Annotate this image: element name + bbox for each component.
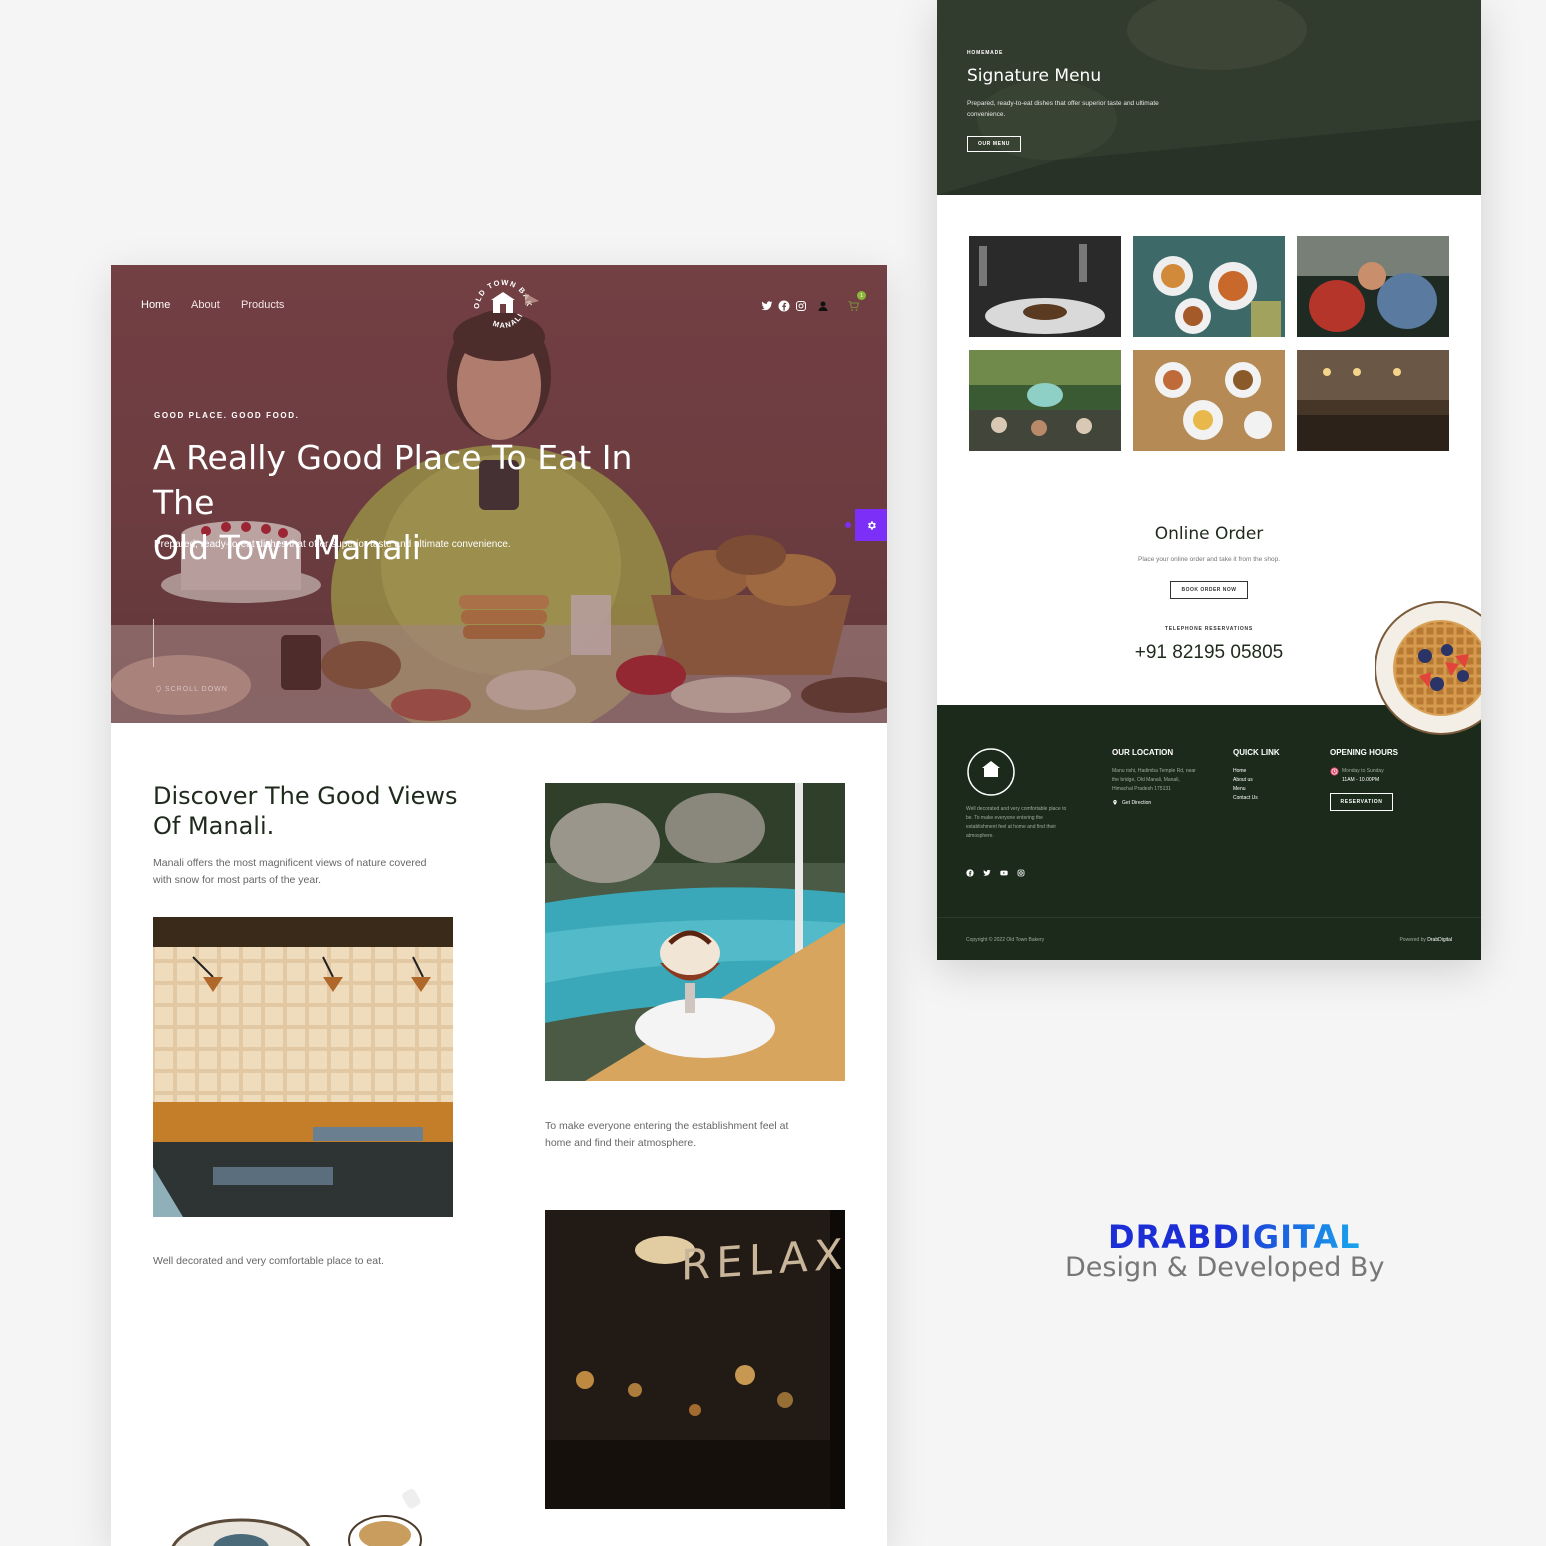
location-pin-icon	[1113, 800, 1117, 805]
instagram-icon[interactable]	[1017, 869, 1025, 877]
get-direction-link[interactable]: Get Direction	[1112, 799, 1151, 806]
hero-section: Home About Products OLD TOWN BAKERY MANA…	[111, 265, 887, 723]
settings-panel-toggle[interactable]	[855, 509, 887, 541]
establishment-caption: To make everyone entering the establishm…	[545, 1118, 788, 1152]
twitter-icon[interactable]	[761, 300, 773, 312]
online-order-title: Online Order	[1154, 524, 1264, 544]
gallery-photo-kitchen[interactable]	[1297, 350, 1449, 451]
footer-divider	[937, 917, 1481, 918]
signature-kicker: HOMEMADE	[967, 50, 1004, 56]
user-icon[interactable]	[817, 300, 829, 312]
waffle-plate-photo	[1375, 601, 1481, 735]
get-direction-label: Get Direction	[1122, 799, 1152, 806]
location-address-line-3: Himachal Pradesh 175131	[1112, 786, 1171, 792]
homepage-mockup: Home About Products OLD TOWN BAKERY MANA…	[111, 265, 887, 1546]
gallery-photo-dinner[interactable]	[969, 236, 1121, 337]
gallery-photo-cheers[interactable]	[1297, 236, 1449, 337]
establishment-caption-line-1: To make everyone entering the establishm…	[545, 1120, 789, 1132]
quick-link-contact[interactable]: Contact Us	[1233, 794, 1258, 803]
quick-link-home[interactable]: Home	[1233, 767, 1258, 776]
restaurant-interior-photo	[153, 917, 453, 1217]
our-menu-button[interactable]: OUR MENU	[967, 136, 1021, 152]
copyright-text: Copyright © 2022 Old Town Bakery	[966, 937, 1045, 943]
svg-text:MANALI: MANALI	[492, 311, 525, 329]
footer-about-line-1: Well decorated and very comfortable plac…	[966, 806, 1067, 812]
interior-caption: Well decorated and very comfortable plac…	[153, 1255, 384, 1267]
relax-cafe-photo: RELAX	[545, 1210, 845, 1509]
opening-hours-title: OPENING HOURS	[1330, 748, 1399, 757]
signature-text-line-1: Prepared, ready-to-eat dishes that offer…	[967, 100, 1159, 107]
quick-link-list: Home About us Menu Contact Us	[1233, 767, 1258, 803]
footer-about-line-2: be. To make everyone entering the	[966, 815, 1043, 821]
nav-about[interactable]: About	[191, 299, 220, 311]
facebook-icon[interactable]	[966, 869, 974, 877]
settings-dot	[845, 522, 851, 528]
site-footer: Well decorated and very comfortable plac…	[937, 705, 1481, 960]
settings-gear-icon	[867, 520, 876, 530]
credit-tagline: Design & Developed By	[1065, 1252, 1385, 1283]
online-order-text: Place your online order and take it from…	[1138, 556, 1280, 563]
clock-icon	[1330, 767, 1339, 776]
discover-text-line-1: Manali offers the most magnificent views…	[153, 857, 427, 869]
footer-about-line-4: atmosphere.	[966, 833, 994, 839]
brand-wordmark: DRABDIGITAL	[1108, 1218, 1361, 1256]
hero-subtitle: Prepared, ready-to-eat dishes that offer…	[154, 539, 511, 550]
footer-about: Well decorated and very comfortable plac…	[966, 805, 1091, 841]
hero-kicker: GOOD PLACE. GOOD FOOD.	[154, 411, 300, 420]
footer-logo[interactable]	[966, 747, 1016, 797]
river-dessert-photo	[545, 783, 845, 1081]
footer-social	[966, 869, 1025, 877]
quick-link-about[interactable]: About us	[1233, 776, 1258, 785]
signature-text-line-2: convenience.	[967, 111, 1006, 118]
gallery-photo-dishes-table[interactable]	[1133, 350, 1285, 451]
powered-by-brand[interactable]: DrabDigital	[1427, 937, 1452, 943]
twitter-icon[interactable]	[983, 869, 991, 877]
menu-page-mockup: HOMEMADE Signature Menu Prepared, ready-…	[937, 0, 1481, 960]
logo-text-bottom: MANALI	[492, 311, 524, 329]
cart-count-badge: 1	[857, 291, 866, 300]
opening-days: Monday to Sunday	[1342, 768, 1384, 774]
discover-title-line-2: Of Manali.	[153, 812, 275, 840]
instagram-icon[interactable]	[795, 300, 807, 312]
discover-title: Discover The Good Views Of Manali.	[153, 781, 458, 841]
discover-text: Manali offers the most magnificent views…	[153, 855, 427, 889]
location-title: OUR LOCATION	[1112, 748, 1174, 757]
discover-text-line-2: with snow for most parts of the year.	[153, 874, 322, 886]
location-pin-icon	[156, 685, 161, 693]
powered-by-prefix: Powered by	[1399, 937, 1428, 943]
hero-title-line-1: A Really Good Place To Eat In The	[153, 438, 633, 522]
location-address: Manu rishi, Hadimba Temple Rd, near the …	[1112, 767, 1196, 794]
site-logo[interactable]: OLD TOWN BAKERY MANALI	[465, 271, 547, 339]
establishment-caption-line-2: home and find their atmosphere.	[545, 1137, 697, 1149]
signature-menu-banner: HOMEMADE Signature Menu Prepared, ready-…	[937, 0, 1481, 195]
youtube-icon[interactable]	[1000, 869, 1008, 877]
scroll-down-link[interactable]: SCROLL DOWN	[155, 685, 228, 693]
facebook-icon[interactable]	[778, 300, 790, 312]
coffee-plates-photo	[171, 1488, 422, 1546]
footer-about-line-3: establishment feel at home and find thei…	[966, 824, 1057, 830]
signature-title: Signature Menu	[967, 66, 1102, 86]
nav-products[interactable]: Products	[241, 299, 284, 311]
quick-link-menu[interactable]: Menu	[1233, 785, 1258, 794]
location-address-line-2: the bridge, Old Manali, Manali,	[1112, 777, 1180, 783]
scroll-down-label: SCROLL DOWN	[164, 685, 228, 693]
signature-text: Prepared, ready-to-eat dishes that offer…	[967, 98, 1159, 120]
discover-title-line-1: Discover The Good Views	[153, 782, 458, 810]
gallery-photo-sharing-plates[interactable]	[1133, 236, 1285, 337]
reservation-button[interactable]: RESERVATION	[1330, 793, 1393, 811]
location-address-line-1: Manu rishi, Hadimba Temple Rd, near	[1112, 768, 1196, 774]
scroll-line	[153, 619, 154, 667]
cart-icon[interactable]	[847, 300, 860, 312]
opening-hours-time: 11AM - 10.00PM	[1342, 777, 1380, 783]
nav-home[interactable]: Home	[141, 299, 170, 311]
powered-by: Powered by DrabDigital	[1399, 937, 1452, 943]
quick-link-title: QUICK LINK	[1233, 748, 1280, 757]
book-order-button[interactable]: BOOK ORDER NOW	[1170, 581, 1248, 599]
gallery-photo-terrace[interactable]	[969, 350, 1121, 451]
